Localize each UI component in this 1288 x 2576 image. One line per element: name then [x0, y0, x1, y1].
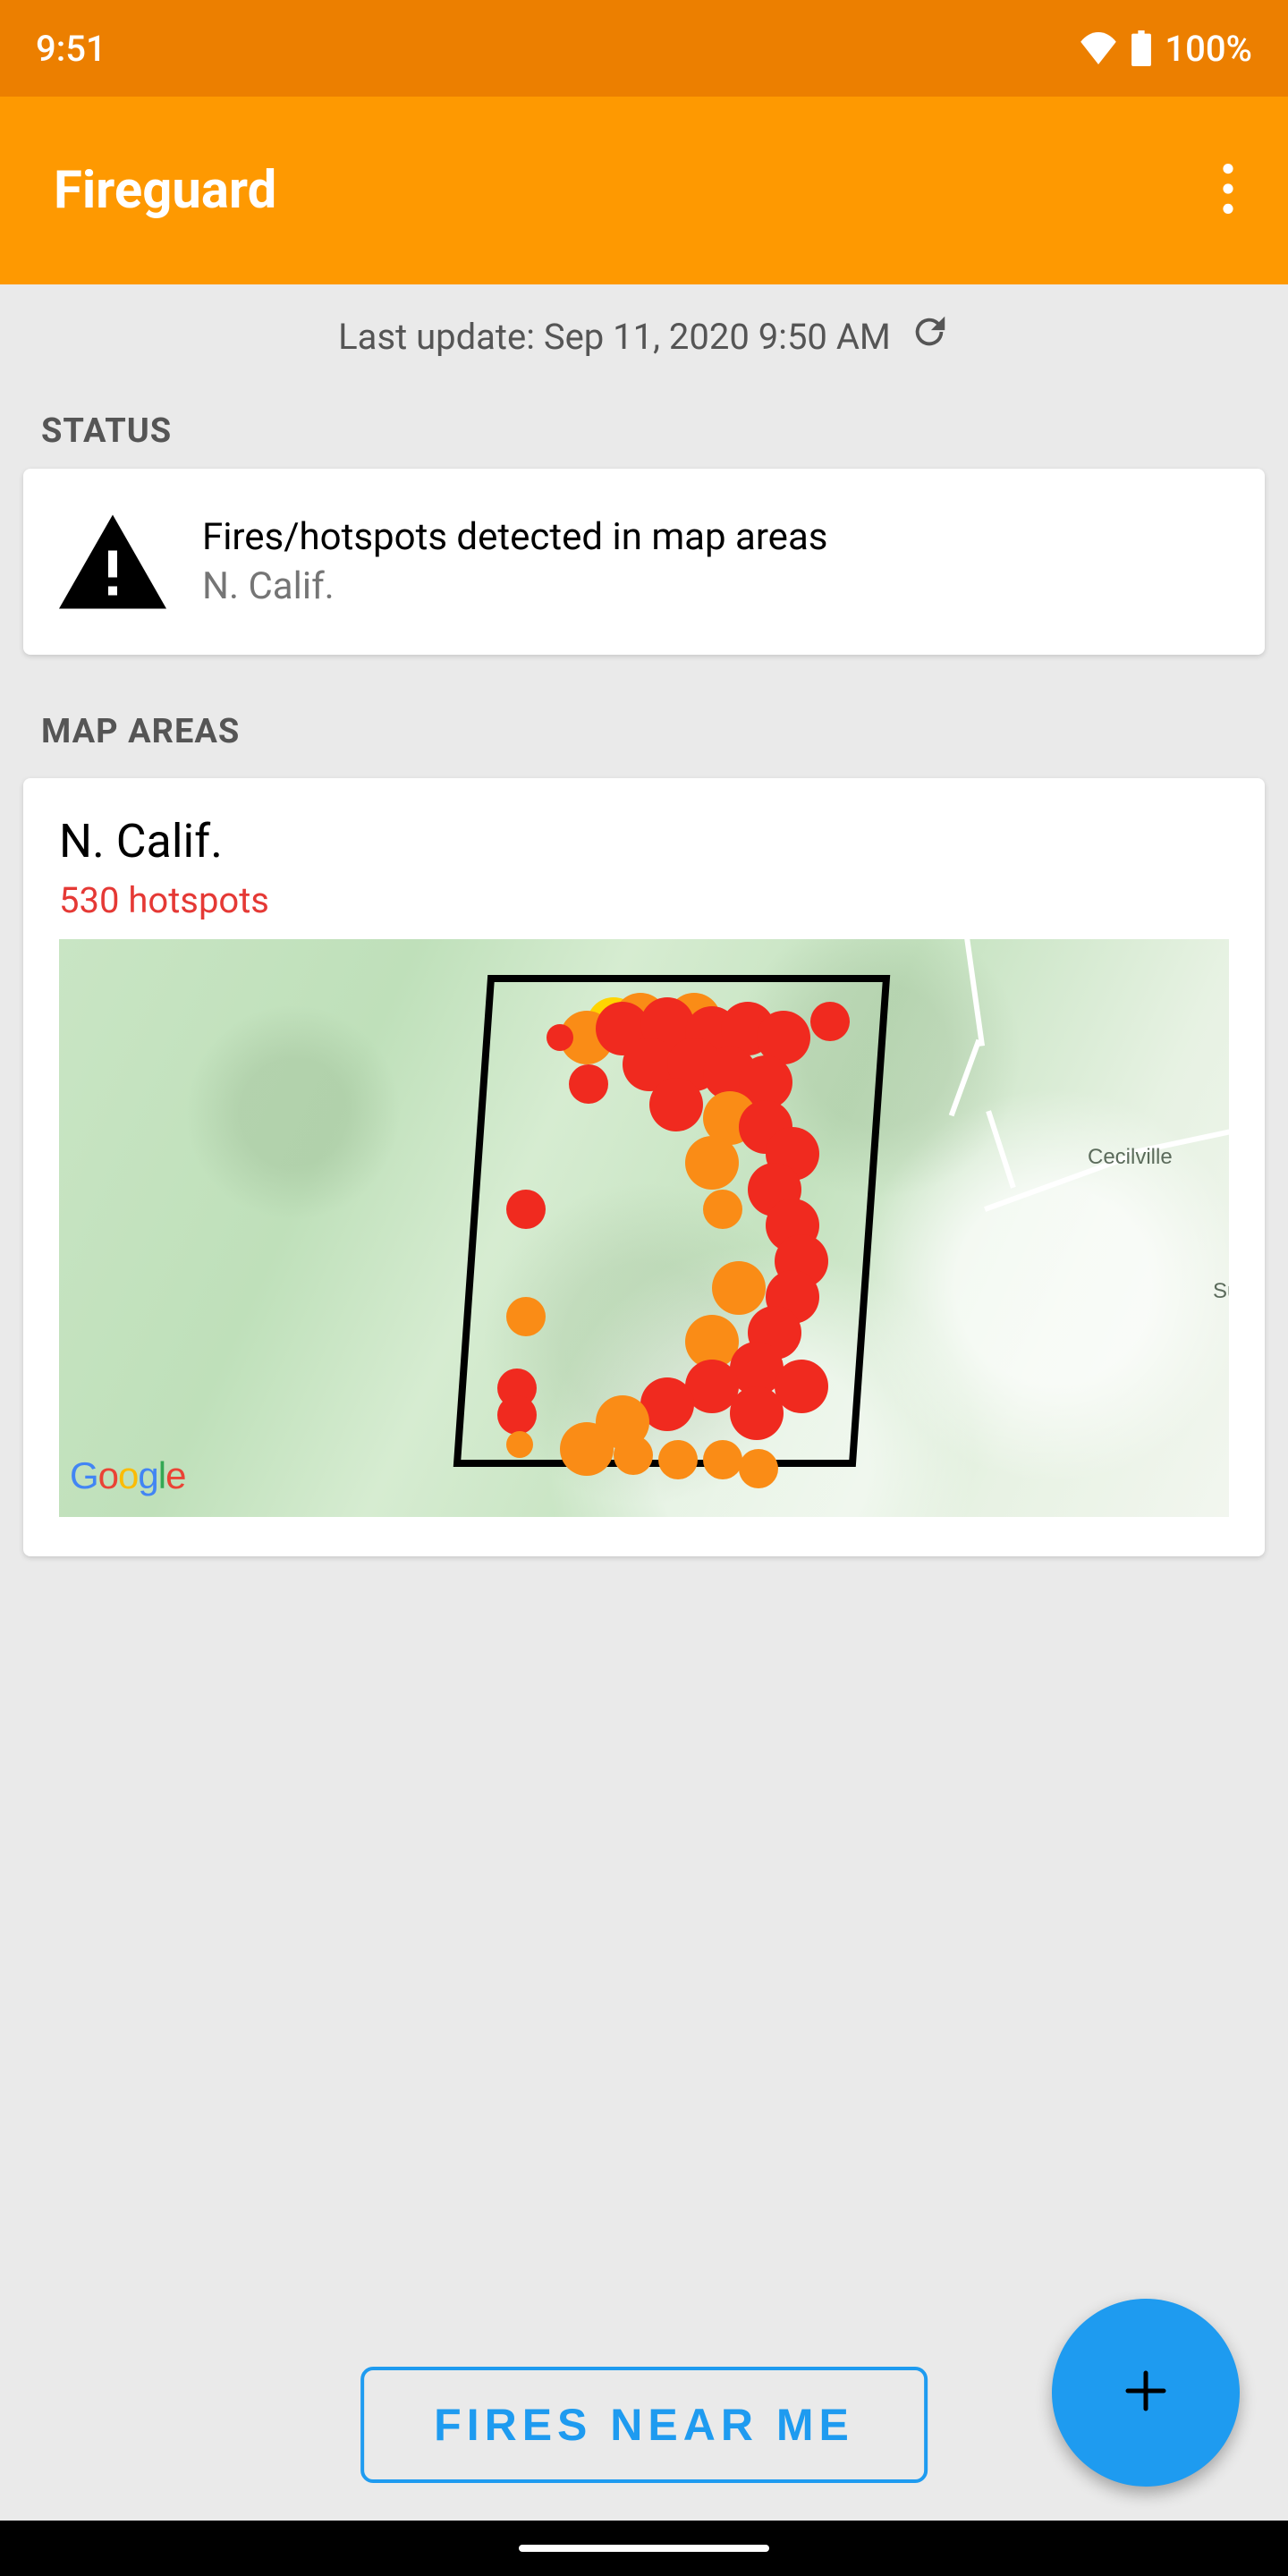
section-label-status: STATUS [23, 394, 1265, 469]
hotspot-count: 530 hotspots [59, 879, 1229, 921]
more-options-button[interactable] [1204, 146, 1252, 235]
map-label-summe: Summe [1213, 1279, 1229, 1304]
map-label-cecilville: Cecilville [1088, 1145, 1173, 1170]
status-card[interactable]: Fires/hotspots detected in map areas N. … [23, 469, 1265, 655]
last-update-row: Last update: Sep 11, 2020 9:50 AM [23, 284, 1265, 394]
add-fab[interactable] [1052, 2299, 1240, 2487]
app-bar: Fireguard [0, 97, 1288, 284]
app-title: Fireguard [54, 160, 276, 221]
status-time: 9:51 [36, 28, 106, 70]
refresh-button[interactable] [909, 311, 950, 361]
gesture-handle[interactable] [519, 2545, 769, 2552]
refresh-icon [909, 319, 950, 361]
map-area-card[interactable]: N. Calif. 530 hotspots [23, 778, 1265, 1556]
warning-icon [59, 510, 166, 614]
status-subline: N. Calif. [202, 564, 827, 608]
map-area-title: N. Calif. [59, 814, 1229, 869]
android-nav-bar [0, 2521, 1288, 2576]
battery-icon [1131, 30, 1152, 66]
status-right-cluster: 100% [1079, 28, 1252, 70]
android-status-bar: 9:51 100% [0, 0, 1288, 97]
plus-icon [1119, 2364, 1173, 2421]
section-label-map-areas: MAP AREAS [23, 694, 1265, 769]
status-headline: Fires/hotspots detected in map areas [202, 515, 827, 559]
google-attribution: Google [70, 1454, 185, 1497]
more-vert-icon [1222, 200, 1234, 217]
battery-percentage: 100% [1165, 28, 1252, 70]
status-text: Fires/hotspots detected in map areas N. … [202, 515, 827, 608]
fires-near-me-button[interactable]: FIRES NEAR ME [360, 2367, 928, 2483]
last-update-text: Last update: Sep 11, 2020 9:50 AM [338, 316, 891, 358]
content-area: Last update: Sep 11, 2020 9:50 AM STATUS… [0, 284, 1288, 1556]
map-preview: Cecilville Summe Google [59, 939, 1229, 1517]
wifi-icon [1079, 32, 1118, 64]
